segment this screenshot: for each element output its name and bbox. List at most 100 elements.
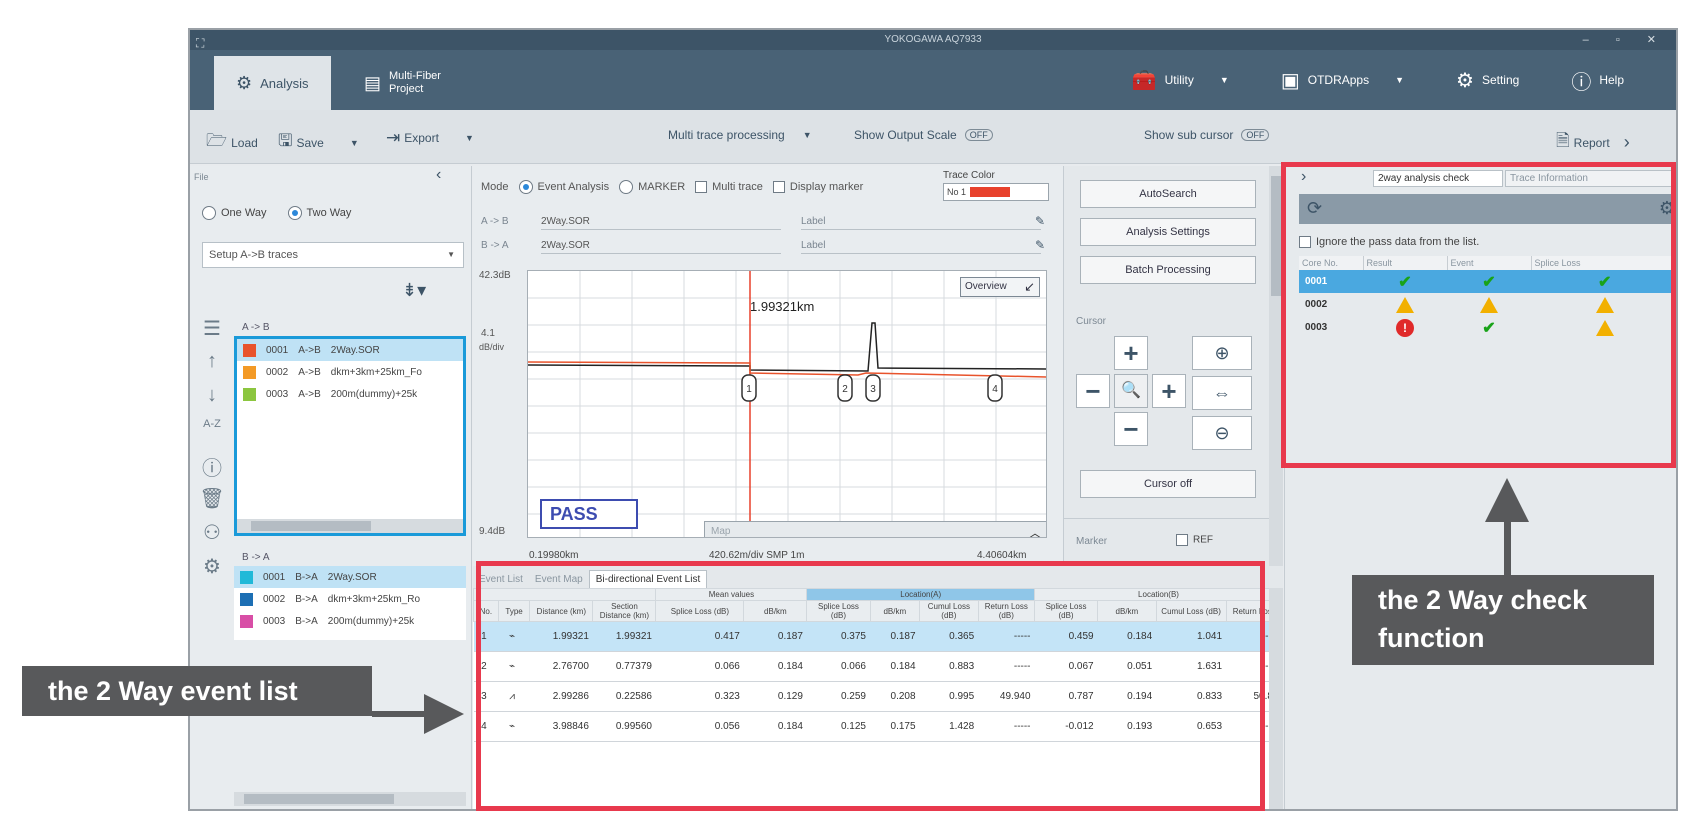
table-row[interactable]: 2 ⌁ 2.76700 0.77379 0.066 0.184 0.066 0.… (473, 651, 1283, 682)
autosearch-button[interactable]: AutoSearch (1080, 180, 1256, 208)
ignore-pass-checkbox[interactable]: Ignore the pass data from the list. (1299, 236, 1479, 249)
chevron-down-icon[interactable]: ▼ (803, 130, 812, 140)
tab-event-list[interactable]: Event List (473, 571, 529, 588)
ref-label: REF (1193, 534, 1213, 546)
trace-row[interactable]: 0002 A->B dkm+3km+25km_Fo (237, 361, 463, 383)
info-icon[interactable]: ⓘ (190, 452, 234, 486)
otdr-trace-plot[interactable]: 1 2 3 4 1.99321km Overview ↙ PASS Map ︿ (527, 270, 1047, 538)
chevron-up-icon[interactable]: ︿ (1029, 524, 1041, 537)
trace-row[interactable]: 0003 A->B 200m(dummy)+25k (237, 383, 463, 405)
event-table: Mean values Location(A) Location(B) No. … (472, 588, 1284, 742)
ba-label-field[interactable]: Label (801, 240, 1041, 254)
one-way-radio[interactable]: One Way (202, 206, 266, 220)
expand-right-icon[interactable]: › (1301, 168, 1306, 186)
zoom-in-button[interactable]: ⊕ (1192, 336, 1252, 370)
map-bar[interactable]: Map ︿ (704, 521, 1046, 537)
overview-button[interactable]: Overview ↙ (960, 277, 1040, 297)
trash-icon[interactable]: 🗑 (190, 486, 234, 520)
show-output-scale-toggle[interactable]: Show Output Scale OFF (854, 128, 993, 142)
trace-row[interactable]: 0001 A->B 2Way.SOR (237, 339, 463, 361)
cursor-off-button[interactable]: Cursor off (1080, 470, 1256, 498)
event-list-scrollbar[interactable] (1269, 588, 1283, 809)
refresh-icon[interactable]: ⟳ (1307, 198, 1322, 219)
y-axis-top-label: 42.3dB (479, 270, 511, 281)
fit-button[interactable]: ⇔ (1192, 376, 1252, 410)
table-row[interactable]: 0003 ! ✔ (1299, 316, 1676, 339)
column-header: Splice Loss (1531, 256, 1676, 270)
marker-radio[interactable]: MARKER (619, 180, 685, 194)
trace-row[interactable]: 0002 B->A dkm+3km+25km_Ro (234, 588, 466, 610)
chevron-down-icon[interactable]: ▼ (1220, 75, 1229, 85)
table-row[interactable]: 0001 ✔ ✔ ✔ (1299, 270, 1676, 293)
multi-trace-processing[interactable]: Multi trace processing ▼ (668, 128, 812, 142)
zoom-out-button[interactable]: ⊖ (1192, 416, 1252, 450)
move-up-icon[interactable]: ↑ (190, 350, 234, 384)
table-row[interactable]: 4 ⌁ 3.98846 0.99560 0.056 0.184 0.125 0.… (473, 711, 1283, 742)
ab-list-scrollbar[interactable] (237, 519, 463, 533)
users-icon[interactable]: ⚇ (190, 520, 234, 554)
gear-icon[interactable]: ⚙ (1659, 198, 1675, 219)
batch-processing-button[interactable]: Batch Processing (1080, 256, 1256, 284)
event-marker-label: 2 (842, 384, 848, 395)
table-row[interactable]: 0002 (1299, 293, 1676, 316)
show-sub-cursor-toggle[interactable]: Show sub cursor OFF (1144, 128, 1270, 142)
table-row[interactable]: 1 ⌁ 1.99321 1.99321 0.417 0.187 0.375 0.… (473, 621, 1283, 652)
gear-icon[interactable]: ⚙ (190, 554, 234, 588)
trace-color-select[interactable]: No 1 (943, 183, 1049, 201)
list-view-icon[interactable]: ☰ (190, 316, 234, 350)
chevron-down-icon[interactable]: ▼ (465, 133, 474, 143)
trace-row[interactable]: 0003 B->A 200m(dummy)+25k (234, 610, 466, 632)
pencil-icon[interactable]: ✎ (1035, 238, 1045, 252)
tab-event-map[interactable]: Event Map (529, 571, 589, 588)
event-type-icon: ⩘ (498, 681, 530, 712)
sort-icon[interactable]: ⇟▾ (402, 280, 426, 301)
ref-checkbox[interactable]: REF (1176, 534, 1213, 546)
cell: 0.193 (1097, 711, 1157, 742)
nav-help[interactable]: ⓘ Help (1571, 66, 1624, 95)
event-analysis-radio[interactable]: Event Analysis (518, 180, 609, 194)
report-button[interactable]: 🗎 Report › (1556, 128, 1630, 157)
load-button[interactable]: 🗁 Load (206, 128, 258, 157)
nav-setting[interactable]: ⚙ Setting (1456, 68, 1519, 93)
nav-utility[interactable]: 🧰 Utility ▼ (1132, 68, 1229, 93)
cursor-left-button[interactable]: − (1076, 374, 1110, 408)
save-button[interactable]: 🖫 Save ▼ (278, 128, 359, 157)
cell: 0.184 (1097, 621, 1157, 652)
setup-traces-select[interactable]: Setup A->B traces ▼ (202, 242, 464, 268)
ba-list-scrollbar[interactable] (234, 792, 466, 806)
trace-dir: B->A (295, 593, 318, 605)
export-button[interactable]: ⇥ Export ▼ (386, 128, 474, 148)
sort-az-icon[interactable]: A-Z (190, 418, 234, 452)
move-down-icon[interactable]: ↓ (190, 384, 234, 418)
controls-scrollbar[interactable] (1269, 166, 1283, 566)
nav-otdrapps[interactable]: ▣ OTDRApps ▼ (1281, 68, 1404, 93)
multi-trace-checkbox[interactable]: Multi trace (695, 181, 763, 194)
two-way-radio[interactable]: Two Way (287, 206, 351, 220)
analysis-settings-button[interactable]: Analysis Settings (1080, 218, 1256, 246)
table-row[interactable]: 3 ⩘ 2.99286 0.22586 0.323 0.129 0.259 0.… (473, 681, 1283, 712)
display-marker-checkbox[interactable]: Display marker (772, 181, 863, 194)
trace-row[interactable]: 0001 B->A 2Way.SOR (234, 566, 466, 588)
chevron-down-icon[interactable]: ▼ (1395, 75, 1404, 85)
chevron-down-icon[interactable]: ▼ (350, 138, 359, 148)
report-label: Report (1573, 135, 1610, 150)
cursor-down-button[interactable]: − (1114, 412, 1148, 446)
tab-trace-information[interactable]: Trace Information (1505, 170, 1676, 187)
cursor-right-button[interactable]: + (1152, 374, 1186, 408)
tab-multi-fiber[interactable]: ▤ Multi-Fiber Project (342, 56, 483, 110)
ab-label-field[interactable]: Label (801, 216, 1041, 230)
pencil-icon[interactable]: ✎ (1035, 214, 1045, 228)
trace-dir: A->B (298, 388, 321, 400)
trace-color-swatch (240, 614, 253, 628)
tab-2way-analysis-check[interactable]: 2way analysis check (1373, 170, 1503, 187)
tab-bidirectional-event-list[interactable]: Bi-directional Event List (588, 570, 708, 588)
window-controls[interactable]: – ▫ ✕ (1583, 30, 1668, 50)
event-type-icon: ⌁ (498, 711, 530, 742)
cursor-up-button[interactable]: + (1114, 336, 1148, 370)
ab-file-name: 2Way.SOR (541, 216, 781, 230)
left-tool-column: ☰ ↑ ↓ A-Z ⓘ 🗑 ⚇ ⚙ (190, 316, 234, 588)
location-b-header: Location(B) (1034, 588, 1283, 601)
tab-analysis[interactable]: ⚙ Analysis (214, 56, 331, 110)
core-no: 0001 (1299, 270, 1363, 293)
collapse-left-icon[interactable]: ‹ (436, 166, 441, 184)
